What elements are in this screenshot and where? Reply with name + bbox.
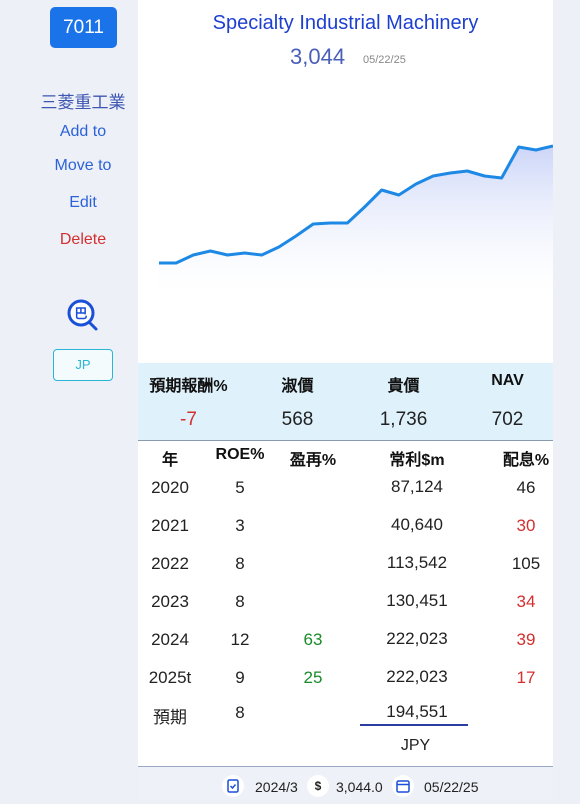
divider bbox=[138, 440, 553, 441]
roe-cell: 5 bbox=[235, 478, 245, 497]
currency-label: JPY bbox=[400, 737, 431, 754]
payout-cell: 30 bbox=[516, 516, 536, 535]
main-panel: Specialty Industrial Machinery 3,044 05/… bbox=[138, 0, 553, 800]
year-cell: 2024 bbox=[151, 630, 189, 649]
profit-cell: 130,451 bbox=[386, 591, 448, 610]
roe-header: ROE% bbox=[215, 446, 265, 463]
roe-cell: 3 bbox=[235, 516, 245, 535]
payout-cell: 46 bbox=[516, 478, 536, 497]
year-cell: 預期 bbox=[153, 708, 187, 727]
expensive-price-header: 貴價 bbox=[387, 378, 420, 395]
calendar-check-icon bbox=[222, 775, 244, 797]
profit-cell: 113,542 bbox=[386, 553, 448, 572]
year-cell: 2022 bbox=[151, 554, 189, 573]
sidebar: 7011 三菱重工業 Add to Move to Edit Delete 巴 … bbox=[28, 0, 138, 800]
payout-cell: 105 bbox=[511, 554, 541, 573]
stock-code-button[interactable]: 7011 bbox=[50, 7, 117, 48]
profit-cell: 222,023 bbox=[386, 667, 448, 686]
footer-bar: 2024/3 $ 3,044.0 05/22/25 bbox=[138, 767, 553, 800]
search-icon[interactable]: 巴 bbox=[65, 297, 101, 333]
retained-cell: 25 bbox=[303, 668, 323, 687]
payout-cell: 17 bbox=[516, 668, 536, 687]
payout-header: 配息% bbox=[502, 452, 550, 469]
profit-cell: 40,640 bbox=[391, 515, 443, 534]
payout-cell: 39 bbox=[516, 630, 536, 649]
footer-date: 05/22/25 bbox=[424, 779, 479, 795]
move-to-link[interactable]: Move to bbox=[28, 157, 138, 175]
market-button[interactable]: JP bbox=[53, 349, 113, 381]
chart-area-fill bbox=[159, 146, 553, 295]
profit-cell: 194,551 bbox=[386, 702, 448, 721]
industry-title: Specialty Industrial Machinery bbox=[212, 12, 479, 34]
estimate-underline bbox=[360, 724, 468, 726]
right-margin bbox=[553, 0, 580, 800]
payout-cell: 34 bbox=[516, 592, 536, 611]
year-cell: 2025t bbox=[148, 668, 192, 687]
add-to-link[interactable]: Add to bbox=[28, 123, 138, 141]
retained-header: 盈再% bbox=[289, 452, 337, 469]
roe-cell: 12 bbox=[230, 630, 250, 649]
expensive-price-value: 1,736 bbox=[379, 409, 428, 430]
profit-cell: 87,124 bbox=[391, 477, 443, 496]
profit-cell: 222,023 bbox=[386, 629, 448, 648]
calendar-icon bbox=[392, 775, 414, 797]
current-price: 3,044 bbox=[290, 44, 346, 69]
company-name: 三菱重工業 bbox=[40, 93, 126, 113]
year-cell: 2023 bbox=[151, 592, 189, 611]
delete-link[interactable]: Delete bbox=[28, 231, 138, 249]
expected-return-header: 預期報酬% bbox=[149, 378, 228, 395]
profit-header: 常利$m bbox=[389, 452, 445, 469]
roe-cell: 9 bbox=[235, 668, 245, 687]
edit-link[interactable]: Edit bbox=[28, 194, 138, 212]
footer-period: 2024/3 bbox=[255, 779, 298, 795]
price-chart bbox=[159, 144, 553, 295]
nav-value: 702 bbox=[491, 409, 524, 430]
roe-cell: 8 bbox=[235, 554, 245, 573]
search-icon-glyph: 巴 bbox=[74, 307, 87, 322]
cheap-price-value: 568 bbox=[281, 409, 314, 430]
cheap-price-header: 淑價 bbox=[281, 378, 314, 395]
roe-cell: 8 bbox=[235, 703, 245, 722]
roe-cell: 8 bbox=[235, 592, 245, 611]
footer-price: 3,044.0 bbox=[336, 779, 383, 795]
nav-header: NAV bbox=[491, 372, 524, 389]
year-cell: 2020 bbox=[151, 478, 189, 497]
dollar-icon: $ bbox=[307, 775, 329, 797]
expected-return-value: -7 bbox=[180, 409, 197, 430]
year-header: 年 bbox=[161, 452, 178, 469]
valuation-band: 預期報酬% 淑價 貴價 NAV -7 568 1,736 702 bbox=[138, 363, 553, 440]
price-date: 05/22/25 bbox=[363, 54, 406, 66]
retained-cell: 63 bbox=[303, 630, 323, 649]
year-cell: 2021 bbox=[151, 516, 189, 535]
